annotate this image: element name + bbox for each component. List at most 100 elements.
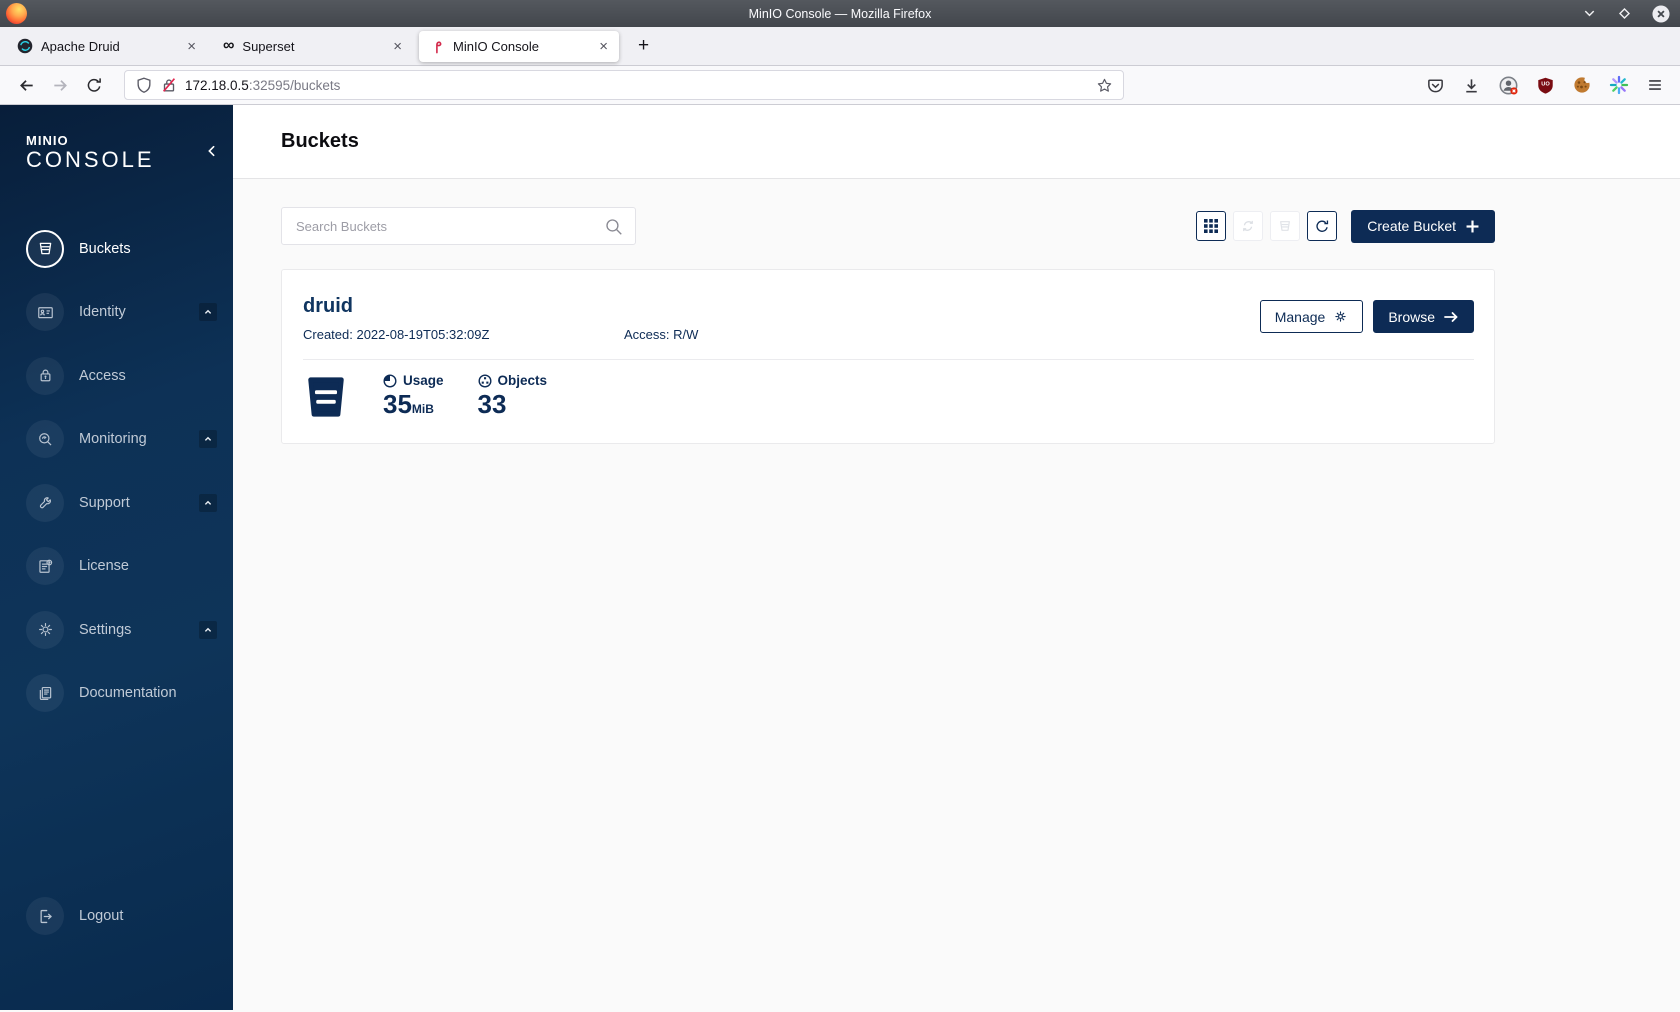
- sidebar-item-logout[interactable]: Logout: [0, 885, 233, 949]
- tab-superset[interactable]: ∞ Superset ×: [213, 31, 413, 62]
- url-bar[interactable]: 172.18.0.5:32595/buckets: [124, 70, 1124, 100]
- tab-bar: Apache Druid × ∞ Superset × MinIO Consol…: [0, 27, 1680, 66]
- plus-icon: [1466, 220, 1479, 232]
- delete-buckets-button: [1270, 211, 1301, 241]
- shield-icon[interactable]: [135, 76, 153, 94]
- sidebar-item-buckets[interactable]: Buckets: [0, 217, 233, 281]
- account-extension-icon[interactable]: [1498, 75, 1519, 96]
- sidebar-item-label: Monitoring: [79, 431, 147, 448]
- svg-text:UO: UO: [1541, 81, 1550, 87]
- lock-user-icon: [26, 356, 64, 395]
- sidebar-collapse-icon[interactable]: [204, 143, 220, 159]
- url-host: 172.18.0.5: [185, 77, 249, 93]
- objects-value: 33: [477, 389, 507, 419]
- bookmark-star-icon[interactable]: [1096, 77, 1113, 94]
- logo-minio-text: MINIO: [26, 133, 69, 148]
- tab-label: Apache Druid: [41, 38, 120, 54]
- tab-close-icon[interactable]: ×: [390, 39, 405, 54]
- sidebar-item-license[interactable]: License: [0, 535, 233, 599]
- close-window-icon[interactable]: [1652, 4, 1670, 23]
- tab-label: MinIO Console: [453, 38, 539, 54]
- lock-insecure-icon[interactable]: [160, 76, 178, 94]
- minio-favicon-icon: [436, 41, 442, 54]
- browse-label: Browse: [1388, 308, 1435, 325]
- minimize-icon[interactable]: [1582, 6, 1597, 21]
- book-icon: [26, 674, 64, 713]
- sidebar-item-label: License: [79, 558, 129, 575]
- page-header: Buckets: [233, 105, 1680, 179]
- sidebar-item-monitoring[interactable]: Monitoring: [0, 408, 233, 472]
- manage-gear-icon: [1335, 311, 1346, 322]
- extension-sparkle-icon[interactable]: [1609, 75, 1629, 95]
- chevron-up-icon[interactable]: [199, 620, 217, 639]
- sidebar-item-label: Support: [79, 494, 130, 511]
- tab-apache-druid[interactable]: Apache Druid ×: [7, 31, 207, 62]
- usage-unit: MiB: [411, 402, 434, 416]
- arrow-right-icon: [1444, 311, 1458, 322]
- sync-arrows-icon: [1243, 220, 1254, 232]
- multi-select-button: [1233, 211, 1264, 241]
- reload-icon[interactable]: [80, 71, 108, 99]
- new-tab-button[interactable]: +: [632, 35, 655, 57]
- main-content: Buckets Search Buckets Create Bucket dru…: [233, 105, 1680, 1010]
- grid-icon: [1204, 219, 1219, 233]
- chevron-up-icon[interactable]: [199, 303, 217, 322]
- chevron-up-icon[interactable]: [199, 430, 217, 449]
- browse-button[interactable]: Browse: [1373, 300, 1474, 333]
- chevron-up-icon[interactable]: [199, 493, 217, 512]
- logo-console-text: CONSOLE: [26, 147, 155, 172]
- sidebar-item-label: Documentation: [79, 685, 177, 702]
- manage-button[interactable]: Manage: [1259, 300, 1364, 333]
- browser-toolbar: 172.18.0.5:32595/buckets UO: [0, 66, 1680, 105]
- sidebar-item-label: Logout: [79, 908, 124, 925]
- pocket-icon[interactable]: [1426, 76, 1445, 95]
- minio-console-logo: MINIO CONSOLE: [0, 105, 233, 173]
- bucket-small-icon: [1280, 221, 1291, 231]
- refresh-button[interactable]: [1307, 211, 1338, 241]
- tab-close-icon[interactable]: ×: [184, 39, 199, 54]
- sidebar-item-documentation[interactable]: Documentation: [0, 662, 233, 726]
- back-icon[interactable]: [12, 71, 40, 99]
- window-title: MinIO Console — Mozilla Firefox: [748, 6, 932, 21]
- sidebar-item-identity[interactable]: Identity: [0, 281, 233, 345]
- create-bucket-label: Create Bucket: [1367, 218, 1456, 234]
- search-box: [281, 207, 636, 245]
- search-input[interactable]: [282, 208, 635, 244]
- url-text: 172.18.0.5:32595/buckets: [185, 78, 340, 93]
- sidebar: MINIO CONSOLE Buckets Identity Access Mo…: [0, 105, 233, 1010]
- refresh-icon: [1316, 220, 1329, 232]
- sidebar-item-access[interactable]: Access: [0, 344, 233, 408]
- buckets-toolbar: Create Bucket: [281, 207, 1495, 245]
- tab-minio-console[interactable]: MinIO Console ×: [419, 30, 619, 62]
- druid-favicon-icon: [17, 38, 33, 54]
- sidebar-item-label: Buckets: [79, 240, 131, 257]
- objects-label: Objects: [497, 373, 548, 388]
- url-path: :32595/buckets: [248, 77, 341, 93]
- search-icon: [604, 217, 624, 237]
- create-bucket-button[interactable]: Create Bucket: [1351, 209, 1495, 243]
- ublock-origin-icon[interactable]: UO: [1536, 76, 1555, 95]
- sidebar-item-settings[interactable]: Settings: [0, 598, 233, 662]
- firefox-logo-icon: [6, 3, 27, 24]
- bucket-card[interactable]: druid Created: 2022-08-19T05:32:09Z Acce…: [281, 269, 1495, 444]
- manage-label: Manage: [1274, 308, 1326, 325]
- sidebar-item-label: Access: [79, 367, 126, 384]
- logout-icon: [26, 897, 64, 936]
- sidebar-item-support[interactable]: Support: [0, 471, 233, 535]
- menu-hamburger-icon[interactable]: [1646, 76, 1664, 94]
- usage-value: 35: [383, 389, 412, 419]
- forward-icon[interactable]: [46, 71, 74, 99]
- usage-pie-icon: [383, 373, 397, 388]
- usage-metric: Usage 35MiB: [383, 373, 444, 417]
- monitoring-magnifier-icon: [26, 420, 64, 459]
- usage-label: Usage: [403, 373, 444, 388]
- superset-favicon-icon: ∞: [223, 37, 235, 54]
- window-controls: [1582, 0, 1670, 27]
- tab-close-icon[interactable]: ×: [596, 39, 611, 54]
- grid-view-button[interactable]: [1196, 211, 1227, 241]
- downloads-icon[interactable]: [1462, 76, 1481, 95]
- license-document-icon: [26, 547, 64, 586]
- maximize-icon[interactable]: [1617, 6, 1632, 21]
- card-divider: [303, 359, 1474, 360]
- cookie-icon[interactable]: [1572, 75, 1592, 95]
